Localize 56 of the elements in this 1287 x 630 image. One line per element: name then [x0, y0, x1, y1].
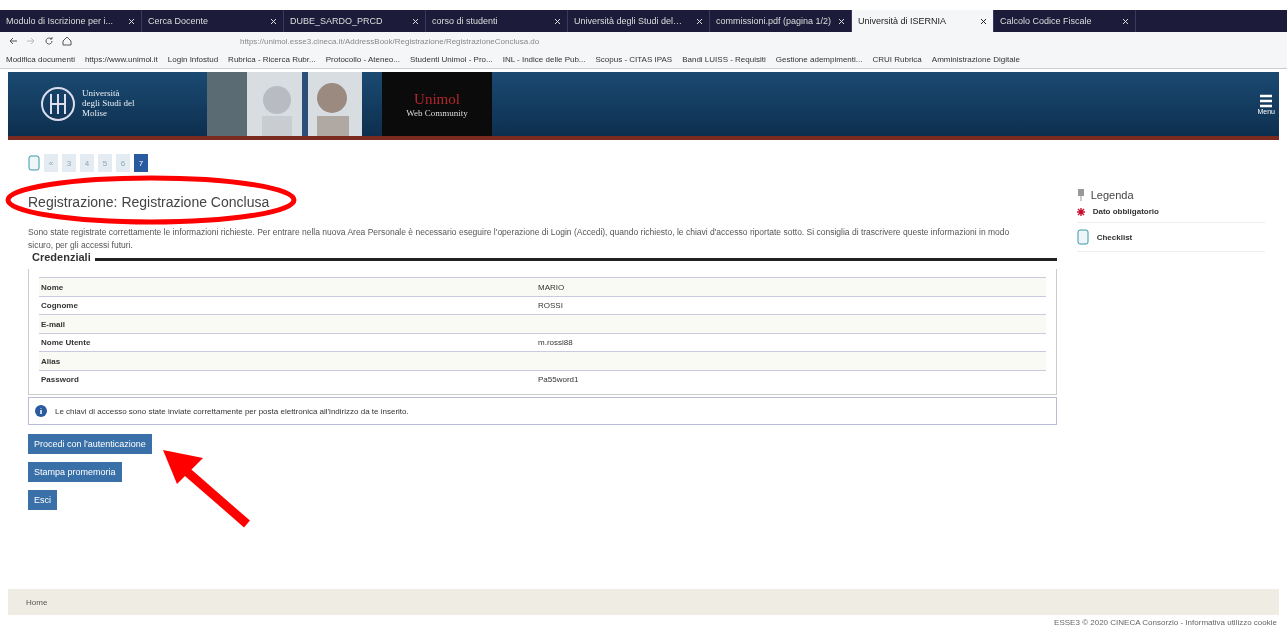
copyright-text: ESSE3 © 2020 CINECA Consorzio - Informativa utilizzo cookie — [1054, 618, 1277, 627]
reload-icon[interactable] — [44, 36, 54, 46]
pin-icon — [1076, 189, 1085, 201]
close-icon — [980, 17, 987, 25]
section-title: Credenziali — [28, 251, 95, 264]
field-value: m.rossi88 — [537, 338, 574, 348]
browser-tab[interactable]: Università di ISERNIA — [852, 10, 994, 32]
bookmark[interactable]: Login Infostud — [167, 54, 219, 64]
action-button[interactable]: Stampa promemoria — [28, 462, 122, 483]
field-label: Nome Utente — [40, 338, 92, 348]
field-label: Alias — [40, 356, 62, 366]
university-name: Università degli Studi del Molise — [82, 89, 136, 119]
bookmark[interactable]: Modifica documenti — [6, 54, 75, 64]
bookmark[interactable]: Gestione adempimenti... — [775, 54, 863, 64]
field-value: Pa55word1 — [537, 375, 580, 385]
home-link[interactable]: Home — [26, 597, 48, 607]
bookmark[interactable]: Rubrica - Ricerca Rubr... — [228, 54, 316, 64]
back-icon[interactable] — [8, 36, 18, 46]
close-icon — [696, 17, 703, 25]
field-label: Nome — [40, 282, 65, 292]
legend-title: Legenda — [1090, 189, 1134, 201]
page-title: Registrazione: Registrazione Conclusa — [28, 194, 271, 210]
bookmark[interactable]: CRUI Rubrica — [872, 54, 922, 64]
bookmark[interactable]: Amministrazione Digitale — [931, 54, 1020, 64]
legend-item: Checklist — [1096, 232, 1133, 242]
step-indicator[interactable]: 7 — [134, 154, 148, 172]
info-icon — [35, 405, 47, 418]
close-icon — [554, 17, 561, 25]
bookmark[interactable]: Studenti Unimol - Pro... — [409, 54, 493, 64]
close-icon — [1122, 17, 1129, 25]
home-icon[interactable] — [62, 36, 72, 46]
action-button[interactable]: Esci — [28, 490, 57, 511]
bookmark[interactable]: INL - Indice delle Pub... — [502, 54, 586, 64]
field-value: ROSSI — [537, 301, 564, 311]
bookmark[interactable]: Protocollo - Ateneo... — [325, 54, 400, 64]
action-button[interactable]: Procedi con l'autenticazione — [28, 434, 152, 455]
close-icon — [128, 17, 135, 25]
legend-item: Dato obbligatorio — [1092, 207, 1159, 216]
checklist-icon — [1076, 229, 1089, 245]
banner-subtitle: Web Community — [406, 107, 468, 118]
banner-title: Unimol — [414, 90, 460, 108]
intro-text: Sono state registrate correttamente le informazioni richieste. Per entrare nella nuova Area Personale è necessario eseguire l'operazione di Login (Accedi), quando richiesto, le chiavi d'accesso riportate sotto. Si consiglia di trascrivere queste informazioni in modo sicuro, per gli accessi futuri. — [28, 226, 1011, 253]
close-icon — [412, 17, 419, 25]
bookmark[interactable]: https://www.unimol.it — [84, 54, 158, 64]
close-icon — [270, 17, 277, 25]
field-label: Password — [40, 375, 80, 385]
bookmark[interactable]: Scopus - CITAS IPAS — [595, 54, 673, 64]
close-icon — [838, 17, 845, 25]
field-label: Cognome — [40, 301, 79, 311]
asterisk-icon — [1076, 207, 1085, 216]
info-text: Le chiavi di accesso sono state inviate correttamente per posta elettronica all'indirizzo da te inserito. — [54, 406, 409, 416]
field-label: E-mail — [40, 319, 66, 329]
university-emblem-icon — [40, 86, 76, 122]
bookmark[interactable]: Bandi LUISS - Requisiti — [682, 54, 766, 64]
checklist-icon[interactable] — [28, 155, 40, 171]
field-value: MARIO — [537, 282, 566, 292]
